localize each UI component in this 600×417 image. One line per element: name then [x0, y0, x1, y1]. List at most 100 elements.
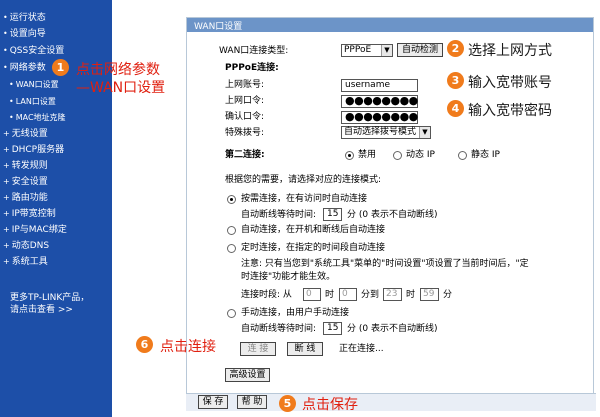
sidebar-item-lan[interactable]: • LAN口设置	[9, 96, 56, 107]
sidebar-item-qss[interactable]: • QSS安全设置	[3, 45, 64, 57]
bullet-icon: +	[3, 129, 10, 138]
bullet-icon: •	[3, 46, 8, 55]
mode-intro-text: 根据您的需要，请选择对应的连接模式:	[225, 175, 382, 185]
more-products-link[interactable]: 更多TP-LINK产品， 请点击查看 >>	[10, 292, 89, 316]
sidebar-item-wizard[interactable]: • 设置向导	[3, 28, 46, 40]
hour-unit-label: 时	[325, 290, 335, 300]
idle-time-unit: 分 (0 表示不自动断线)	[347, 210, 438, 220]
confirm-password-input[interactable]: ●●●●●●●●	[341, 111, 418, 124]
sidebar-item-label: QSS安全设置	[9, 46, 65, 56]
account-label: 上网账号:	[225, 80, 265, 90]
auto-detect-button[interactable]: 自动检测	[397, 43, 443, 57]
more-products-line2: 请点击查看 >>	[10, 305, 73, 315]
bullet-icon: +	[3, 257, 10, 266]
step-5-badge: 5	[279, 395, 296, 412]
sidebar-item-ddns[interactable]: + 动态DNS	[3, 240, 49, 252]
step-1-sub-annotation: —WAN口设置	[76, 80, 166, 96]
sidebar-item-label: DHCP服务器	[11, 145, 65, 155]
wan-type-select[interactable]: PPPoE ▼	[341, 44, 393, 57]
sidebar-item-dhcp[interactable]: + DHCP服务器	[3, 144, 64, 156]
panel-title-bar: WAN口设置	[187, 18, 593, 32]
sidebar-item-routing[interactable]: + 路由功能	[3, 192, 48, 204]
bullet-icon: +	[3, 193, 10, 202]
sidebar-item-bandwidth[interactable]: + IP带宽控制	[3, 208, 56, 220]
disconnect-button[interactable]: 断 线	[287, 342, 323, 356]
second-conn-dynamic-ip-label: 动态 IP	[406, 150, 435, 160]
step-6-annotation: 点击连接	[160, 339, 216, 355]
sidebar-item-label: 安全设置	[11, 177, 48, 187]
sidebar-item-network[interactable]: • 网络参数	[3, 62, 46, 74]
second-conn-disabled-radio[interactable]	[345, 151, 354, 160]
bullet-icon: +	[3, 145, 10, 154]
step-2-badge: 2	[447, 40, 464, 57]
sidebar-item-label: 设置向导	[9, 29, 46, 39]
step-1-badge: 1	[52, 59, 69, 76]
mode-timed-radio[interactable]	[227, 244, 236, 253]
idle-time-label: 自动断线等待时间:	[241, 210, 317, 220]
password-label: 上网口令:	[225, 96, 265, 106]
sidebar-item-status[interactable]: • 运行状态	[3, 12, 46, 24]
step-6-badge: 6	[136, 336, 153, 353]
connect-button[interactable]: 连 接	[240, 342, 276, 356]
mode-manual-label: 手动连接，由用户手动连接	[241, 308, 350, 318]
sidebar-item-label: 网络参数	[9, 63, 46, 73]
timed-note-line2: 时连接"功能才能生效。	[241, 272, 336, 282]
timed-from-minute-input[interactable]: 0	[339, 288, 357, 301]
bullet-icon: •	[9, 80, 14, 89]
minute-unit-label: 分	[443, 290, 453, 300]
bullet-icon: •	[9, 113, 14, 122]
sidebar-item-wan[interactable]: • WAN口设置	[9, 79, 59, 90]
mode-on-demand-radio[interactable]	[227, 195, 236, 204]
idle-time-input[interactable]: 15	[323, 208, 342, 221]
second-conn-disabled-label: 禁用	[358, 150, 377, 160]
step-4-badge: 4	[447, 100, 464, 117]
sidebar-item-system-tools[interactable]: + 系统工具	[3, 256, 48, 268]
sidebar-item-label: 运行状态	[9, 13, 46, 23]
manual-idle-time-input[interactable]: 15	[323, 322, 342, 335]
second-conn-static-ip-radio[interactable]	[458, 151, 467, 160]
step-5-annotation: 点击保存	[302, 397, 358, 413]
advanced-settings-button[interactable]: 高级设置	[225, 368, 270, 382]
connection-status-text: 正在连接...	[339, 344, 384, 354]
step-1-annotation: 点击网络参数	[76, 62, 160, 78]
account-input[interactable]: username	[341, 79, 418, 92]
manual-idle-time-unit: 分 (0 表示不自动断线)	[347, 324, 438, 334]
timed-to-hour-input[interactable]: 23	[383, 288, 402, 301]
password-input[interactable]: ●●●●●●●●	[341, 95, 418, 108]
pppoe-heading: PPPoE连接:	[225, 63, 279, 73]
bullet-icon: +	[3, 177, 10, 186]
sidebar-item-security[interactable]: + 安全设置	[3, 176, 48, 188]
sidebar-item-mac-clone[interactable]: • MAC地址克隆	[9, 112, 66, 123]
timed-from-hour-input[interactable]: 0	[303, 288, 321, 301]
hour-unit-label: 时	[406, 290, 416, 300]
step-3-annotation: 输入宽带账号	[468, 75, 552, 91]
second-conn-static-ip-label: 静态 IP	[471, 150, 500, 160]
bullet-icon: +	[3, 225, 10, 234]
bullet-icon: •	[3, 63, 8, 72]
mode-auto-radio[interactable]	[227, 226, 236, 235]
save-button[interactable]: 保 存	[198, 395, 228, 409]
chevron-down-icon: ▼	[381, 45, 392, 56]
sidebar-item-label: IP带宽控制	[11, 209, 56, 219]
sidebar-item-label: WAN口设置	[15, 80, 59, 89]
sidebar-item-forwarding[interactable]: + 转发规则	[3, 160, 48, 172]
chevron-down-icon: ▼	[419, 127, 430, 138]
bullet-icon: •	[9, 97, 14, 106]
panel-title: WAN口设置	[194, 22, 243, 32]
second-conn-dynamic-ip-radio[interactable]	[393, 151, 402, 160]
wan-type-value: PPPoE	[344, 45, 372, 55]
sidebar-item-ip-mac-binding[interactable]: + IP与MAC绑定	[3, 224, 67, 236]
special-dial-value: 自动选择拨号模式	[344, 127, 417, 137]
second-connection-label: 第二连接:	[225, 150, 265, 160]
period-label: 连接时段: 从	[241, 290, 292, 300]
special-dial-label: 特殊拨号:	[225, 128, 265, 138]
mode-manual-radio[interactable]	[227, 309, 236, 318]
timed-note-line1: 注意: 只有当您到"系统工具"菜单的"时间设置"项设置了当前时间后，"定	[241, 259, 529, 269]
sidebar-item-wireless[interactable]: + 无线设置	[3, 128, 48, 140]
bullet-icon: •	[3, 13, 8, 22]
help-button[interactable]: 帮 助	[237, 395, 267, 409]
special-dial-select[interactable]: 自动选择拨号模式 ▼	[341, 126, 431, 139]
mode-timed-label: 定时连接，在指定的时间段自动连接	[241, 243, 386, 253]
sidebar-item-label: 转发规则	[11, 161, 48, 171]
timed-to-minute-input[interactable]: 59	[420, 288, 439, 301]
